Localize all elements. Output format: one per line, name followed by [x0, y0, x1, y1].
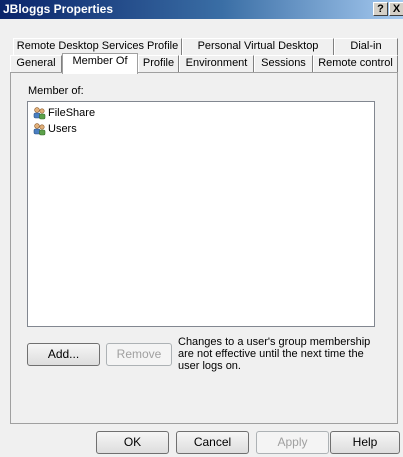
tab-member-of[interactable]: Member Of — [62, 53, 138, 74]
tab-remote-control[interactable]: Remote control — [313, 55, 398, 72]
help-title-button[interactable]: ? — [373, 2, 388, 16]
remove-button[interactable]: Remove — [106, 343, 172, 366]
list-item[interactable]: FileShare — [32, 105, 95, 121]
ok-button[interactable]: OK — [96, 431, 169, 454]
group-name: Users — [48, 123, 77, 135]
member-of-label: Member of: — [28, 85, 84, 97]
group-icon — [33, 107, 46, 120]
window-title: JBloggs Properties — [3, 2, 114, 16]
add-button[interactable]: Add... — [27, 343, 100, 366]
tab-environment[interactable]: Environment — [179, 55, 254, 72]
title-bar: JBloggs Properties ? X — [0, 0, 403, 19]
properties-dialog: JBloggs Properties ? X Remote Desktop Se… — [0, 0, 403, 457]
tab-general[interactable]: General — [10, 55, 62, 72]
close-button[interactable]: X — [389, 2, 403, 16]
tab-dial-in[interactable]: Dial-in — [334, 38, 398, 55]
apply-button[interactable]: Apply — [256, 431, 329, 454]
group-name: FileShare — [48, 107, 96, 119]
help-button[interactable]: Help — [330, 431, 400, 454]
list-item[interactable]: Users — [32, 121, 77, 137]
tab-sessions[interactable]: Sessions — [254, 55, 313, 72]
tab-personal-virtual-desktop[interactable]: Personal Virtual Desktop — [182, 38, 334, 55]
cancel-button[interactable]: Cancel — [176, 431, 249, 454]
tab-profile[interactable]: Profile — [138, 55, 179, 72]
membership-note: Changes to a user's group membership are… — [178, 336, 371, 372]
group-icon — [33, 123, 46, 136]
member-of-panel: Member of: FileShare Users Add... Remove… — [10, 72, 398, 424]
group-list[interactable]: FileShare Users — [27, 101, 375, 327]
